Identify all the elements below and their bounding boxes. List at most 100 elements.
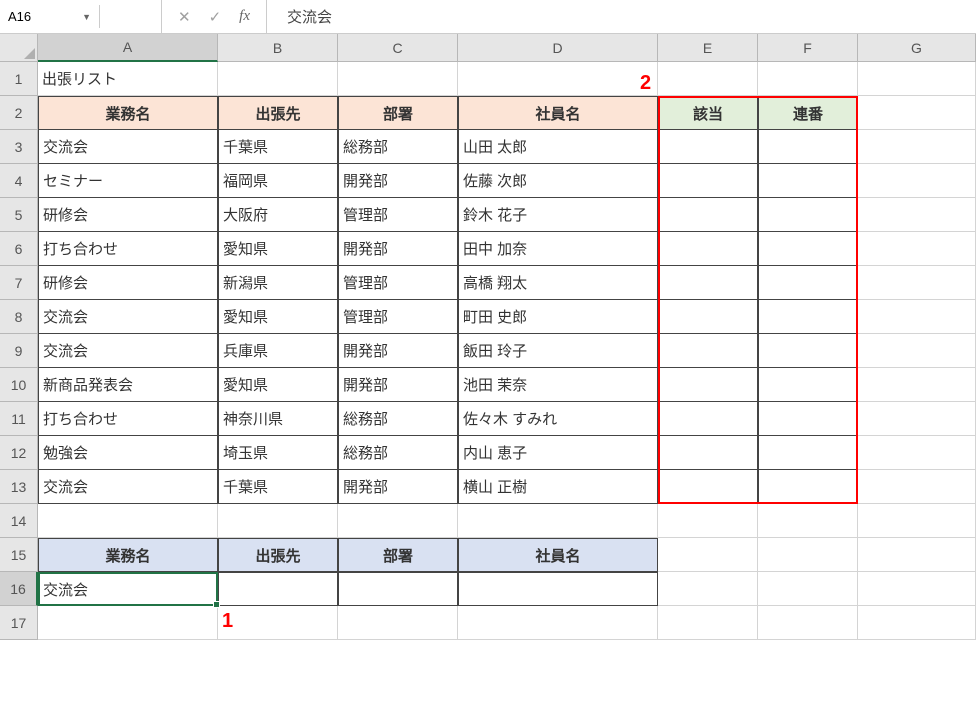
cell[interactable] — [758, 300, 858, 334]
cell[interactable]: 開発部 — [338, 368, 458, 402]
cell[interactable] — [758, 368, 858, 402]
cell[interactable]: 佐々木 すみれ — [458, 402, 658, 436]
cell[interactable] — [218, 606, 338, 640]
cell[interactable]: 交流会 — [38, 300, 218, 334]
row-header-8[interactable]: 8 — [0, 300, 38, 334]
col-header-B[interactable]: B — [218, 34, 338, 62]
cancel-icon[interactable]: ✕ — [178, 8, 191, 26]
cell[interactable] — [858, 572, 976, 606]
cell[interactable] — [758, 470, 858, 504]
row-header-5[interactable]: 5 — [0, 198, 38, 232]
cell[interactable] — [758, 266, 858, 300]
cell[interactable] — [458, 572, 658, 606]
cell[interactable] — [758, 606, 858, 640]
cell[interactable] — [658, 402, 758, 436]
row-header-11[interactable]: 11 — [0, 402, 38, 436]
cell[interactable]: 研修会 — [38, 198, 218, 232]
row-header-2[interactable]: 2 — [0, 96, 38, 130]
cell[interactable] — [658, 130, 758, 164]
cell[interactable] — [758, 538, 858, 572]
cell[interactable]: 新商品発表会 — [38, 368, 218, 402]
cell[interactable]: 該当 — [658, 96, 758, 130]
cell[interactable]: 総務部 — [338, 402, 458, 436]
cell[interactable]: 社員名 — [458, 538, 658, 572]
cell[interactable] — [218, 62, 338, 96]
cell[interactable]: 内山 恵子 — [458, 436, 658, 470]
cell[interactable]: 業務名 — [38, 96, 218, 130]
cell[interactable] — [658, 232, 758, 266]
cell[interactable]: 横山 正樹 — [458, 470, 658, 504]
row-header-9[interactable]: 9 — [0, 334, 38, 368]
cell[interactable] — [218, 572, 338, 606]
cell[interactable]: 交流会 — [38, 334, 218, 368]
cell[interactable]: 管理部 — [338, 300, 458, 334]
cell[interactable] — [758, 436, 858, 470]
cell[interactable]: 新潟県 — [218, 266, 338, 300]
cell[interactable]: 千葉県 — [218, 130, 338, 164]
cell[interactable] — [338, 62, 458, 96]
cell[interactable]: 大阪府 — [218, 198, 338, 232]
cell[interactable] — [658, 368, 758, 402]
cell[interactable] — [338, 504, 458, 538]
cell[interactable] — [658, 436, 758, 470]
col-header-G[interactable]: G — [858, 34, 976, 62]
cell[interactable] — [38, 504, 218, 538]
cell[interactable]: 神奈川県 — [218, 402, 338, 436]
cell[interactable]: 研修会 — [38, 266, 218, 300]
formula-input[interactable]: 交流会 — [267, 2, 352, 31]
row-header-13[interactable]: 13 — [0, 470, 38, 504]
cell[interactable]: 開発部 — [338, 232, 458, 266]
row-header-17[interactable]: 17 — [0, 606, 38, 640]
cell[interactable]: 部署 — [338, 538, 458, 572]
name-box[interactable]: A16 ▼ — [0, 5, 100, 28]
cell[interactable] — [858, 232, 976, 266]
row-header-14[interactable]: 14 — [0, 504, 38, 538]
cell[interactable]: 部署 — [338, 96, 458, 130]
col-header-A[interactable]: A — [38, 34, 218, 62]
cell[interactable]: 飯田 玲子 — [458, 334, 658, 368]
cell[interactable] — [858, 62, 976, 96]
cell[interactable]: 開発部 — [338, 334, 458, 368]
cell[interactable] — [758, 164, 858, 198]
col-header-C[interactable]: C — [338, 34, 458, 62]
cell[interactable]: 福岡県 — [218, 164, 338, 198]
cell[interactable] — [758, 402, 858, 436]
cell[interactable] — [38, 606, 218, 640]
cell[interactable] — [658, 266, 758, 300]
cell[interactable]: 交流会 — [38, 470, 218, 504]
cell[interactable]: 開発部 — [338, 470, 458, 504]
cell[interactable]: 業務名 — [38, 538, 218, 572]
cell[interactable] — [658, 62, 758, 96]
cell[interactable]: 交流会 — [38, 130, 218, 164]
cell[interactable] — [658, 538, 758, 572]
cell[interactable]: 埼玉県 — [218, 436, 338, 470]
select-all-corner[interactable] — [0, 34, 38, 62]
cell[interactable]: 社員名 — [458, 96, 658, 130]
cell[interactable]: 池田 茉奈 — [458, 368, 658, 402]
cell[interactable] — [658, 300, 758, 334]
cell[interactable] — [858, 470, 976, 504]
cell[interactable] — [218, 504, 338, 538]
cell[interactable]: 総務部 — [338, 436, 458, 470]
cell[interactable] — [758, 232, 858, 266]
cell[interactable] — [658, 470, 758, 504]
cell[interactable] — [658, 606, 758, 640]
cell[interactable]: 出張先 — [218, 96, 338, 130]
cell[interactable] — [658, 572, 758, 606]
cell[interactable] — [858, 164, 976, 198]
cell[interactable]: 交流会 — [38, 572, 218, 606]
cell[interactable] — [758, 198, 858, 232]
cell[interactable] — [658, 198, 758, 232]
cell[interactable] — [338, 572, 458, 606]
cell[interactable] — [758, 130, 858, 164]
cell[interactable] — [858, 606, 976, 640]
cell[interactable] — [858, 402, 976, 436]
cell[interactable] — [858, 266, 976, 300]
cell[interactable] — [758, 334, 858, 368]
cell[interactable]: 勉強会 — [38, 436, 218, 470]
cell[interactable] — [858, 300, 976, 334]
row-header-12[interactable]: 12 — [0, 436, 38, 470]
cell[interactable]: 連番 — [758, 96, 858, 130]
row-header-6[interactable]: 6 — [0, 232, 38, 266]
cell[interactable] — [658, 164, 758, 198]
